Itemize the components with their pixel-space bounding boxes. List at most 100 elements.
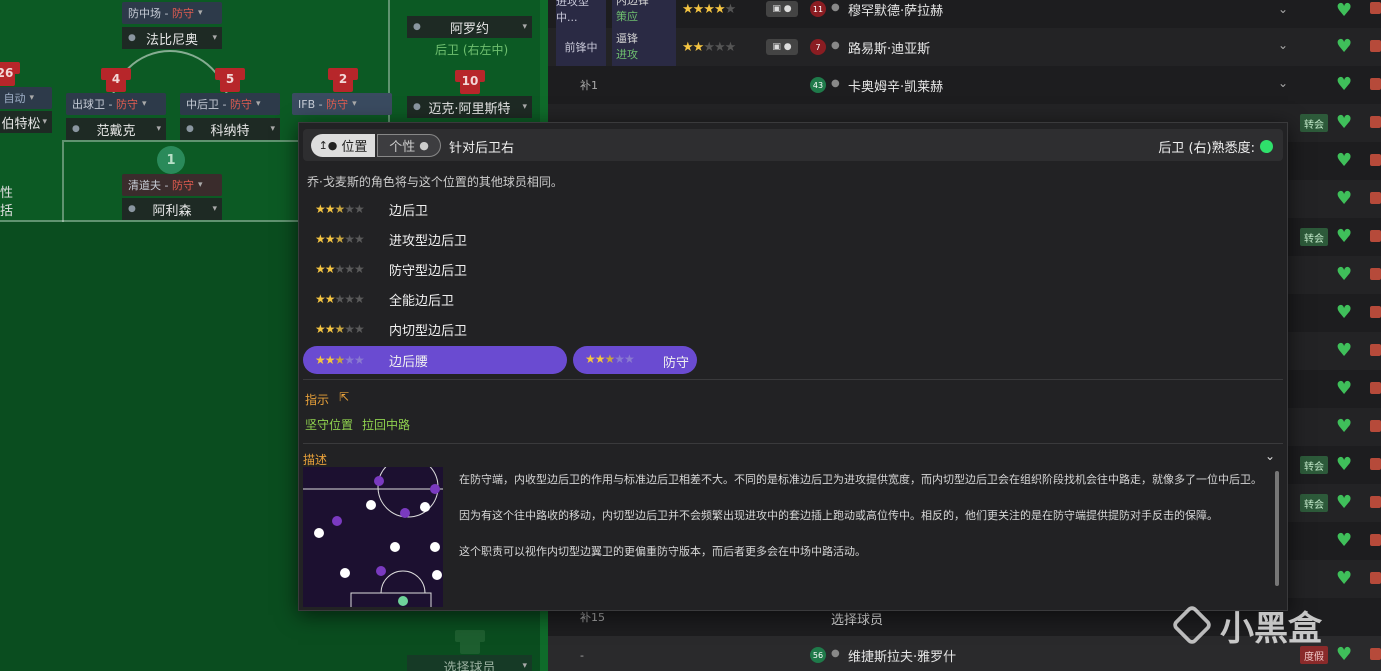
heart-icon: ♥ [1336,188,1353,209]
message-icon[interactable] [1370,496,1381,508]
sub-slot-label: 补1 [580,79,598,92]
side-text: 性 [0,186,14,201]
person-icon: ● [831,648,840,659]
tab-position[interactable]: ↥● 位置 [311,134,375,157]
message-icon[interactable] [1370,648,1381,660]
role-name: 内切型边后卫 [389,323,468,339]
popup-header: ↥● 位置 个性 ● 针对后卫右 后卫 (右)熟悉度: [303,129,1283,161]
message-icon[interactable] [1370,420,1381,432]
select-player-slot[interactable]: 选择球员 ▾ [407,655,532,671]
sub-slot-label: - [580,648,584,662]
role-option[interactable]: ★★★★★ 防守型边后卫 [303,255,567,283]
tab-label: 个性 [389,140,416,155]
chevron-down-icon[interactable]: ⌄ [1278,38,1288,52]
person-icon: ● [128,204,136,214]
table-row[interactable]: 进攻型中... 内边锋 策应 ★★★★ ★ ▣ ● 11 ● 穆罕默德·萨拉赫 ⌄ … [548,0,1381,28]
instruction-tag: 拉回中路 [362,418,411,432]
role-option[interactable]: ★★★★★ 进攻型边后卫 [303,225,567,253]
player-name[interactable]: 卡奥姆辛·凯莱赫 [848,66,943,104]
message-icon[interactable] [1370,40,1381,52]
message-icon[interactable] [1370,458,1381,470]
person-icon: ● [413,102,421,112]
role-cell[interactable]: 逼锋 进攻 [612,28,676,66]
scrollbar[interactable] [1275,471,1279,586]
star-rating: ★★★★★ [682,39,736,55]
position-role-label[interactable]: 出球卫 - 防守 ▾ [66,93,166,115]
role-name: 进攻型边后卫 [389,233,468,249]
role-cell[interactable]: 内边锋 策应 [612,0,676,28]
table-row[interactable]: 前锋中 逼锋 进攻 ★★ ★★★ ▣ ● 7 ● 路易斯·迪亚斯 ⌄ ♥ [548,28,1381,66]
message-icon[interactable] [1370,230,1381,242]
heart-icon: ♥ [1336,454,1353,475]
player-slot[interactable]: 伯特松 ▾ [0,111,52,133]
player-slot[interactable]: ● 迈克·阿里斯特 ▾ [407,96,532,118]
message-icon[interactable] [1370,534,1381,546]
role-duty: 进攻 [616,48,638,61]
shirt-icon: 4 [101,64,131,92]
description-paragraph: 在防守端，内收型边后卫的作用与标准边后卫相差不大。不同的是标准边后卫为进攻提供宽… [459,473,1262,486]
heart-icon: ♥ [1336,112,1353,133]
description-label: 描述 [303,453,328,467]
tab-personality[interactable]: 个性 ● [377,134,441,157]
person-icon: ● [413,22,421,32]
message-icon[interactable] [1370,2,1381,14]
familiarity-label: 后卫 (右)熟悉度: [1158,141,1255,156]
role-option[interactable]: ★★★★★ 边后卫 [303,195,567,223]
role-name: 逼锋 [616,32,638,45]
dropdown-icon: ▾ [255,99,261,109]
message-icon[interactable] [1370,306,1381,318]
select-player-label[interactable]: 选择球员 [831,609,883,628]
player-name: 阿利森 [152,203,192,219]
dropdown-icon: ▾ [522,661,527,671]
chevron-down-icon[interactable]: ⌄ [1278,2,1288,16]
player-name[interactable]: 穆罕默德·萨拉赫 [848,0,943,28]
message-icon[interactable] [1370,572,1381,584]
role-option-selected[interactable]: ★★★★★ 边后腰 [303,346,567,374]
chevron-down-icon[interactable]: ⌄ [1278,76,1288,90]
role-name: 清道夫 [128,179,161,192]
player-slot[interactable]: ● 范戴克 ▾ [66,118,166,140]
message-icon[interactable] [1370,154,1381,166]
external-link-icon[interactable]: ⇱ [339,390,349,404]
dropdown-icon: ▾ [197,180,203,190]
message-icon[interactable] [1370,268,1381,280]
transfer-badge[interactable]: 转会 [1300,494,1328,512]
heart-icon: ♥ [1336,0,1353,21]
message-icon[interactable] [1370,344,1381,356]
player-slot[interactable]: ● 科纳特 ▾ [180,118,280,140]
role-option[interactable]: ★★★★★ 内切型边后卫 [303,315,567,343]
player-slot[interactable]: ● 法比尼奥 ▾ [122,27,222,49]
dropdown-icon: ▾ [212,204,217,214]
message-icon[interactable] [1370,192,1381,204]
message-icon[interactable] [1370,382,1381,394]
dropdown-icon: ▾ [522,22,527,32]
message-icon[interactable] [1370,116,1381,128]
dropdown-icon: ▾ [29,93,35,103]
person-icon: ● [831,2,840,13]
role-option[interactable]: ★★★★★ 全能边后卫 [303,285,567,313]
table-row[interactable]: 补1 43 ● 卡奥姆辛·凯莱赫 ⌄ ♥ [548,66,1381,104]
role-name: IFB [298,97,316,111]
transfer-badge[interactable]: 转会 [1300,456,1328,474]
goalkeeper-shirt-icon: 1 [157,146,185,174]
person-icon: ● [419,139,429,152]
position-role-label[interactable]: IFB - 防守 ▾ [292,93,392,115]
instruction-tag: 坚守位置 [305,418,354,432]
position-role-label[interactable]: 中后卫 - 防守 ▾ [180,93,280,115]
player-slot[interactable]: ● 阿罗约 ▾ [407,16,532,38]
transfer-badge[interactable]: 转会 [1300,228,1328,246]
role-duty: 防守 [171,7,194,20]
role-description: 在防守端，内收型边后卫的作用与标准边后卫相差不大。不同的是标准边后卫为进攻提供宽… [459,471,1269,579]
player-name[interactable]: 路易斯·迪亚斯 [848,28,930,66]
player-slot[interactable]: ● 阿利森 ▾ [122,198,222,220]
person-icon: ● [831,40,840,51]
position-role-label[interactable]: 清道夫 - 防守 ▾ [122,174,222,196]
transfer-badge[interactable]: 转会 [1300,114,1328,132]
player-name[interactable]: 维捷斯拉夫·雅罗什 [848,636,956,671]
chevron-down-icon[interactable]: ⌄ [1265,449,1275,463]
duty-option-selected[interactable]: ★★★★★ 防守 [573,346,697,374]
message-icon[interactable] [1370,78,1381,90]
position-role-label[interactable]: 防中场 - 防守 ▾ [122,2,222,24]
role-duty: 自动 [3,92,26,105]
position-role-label[interactable]: - 自动▾ [0,87,52,109]
